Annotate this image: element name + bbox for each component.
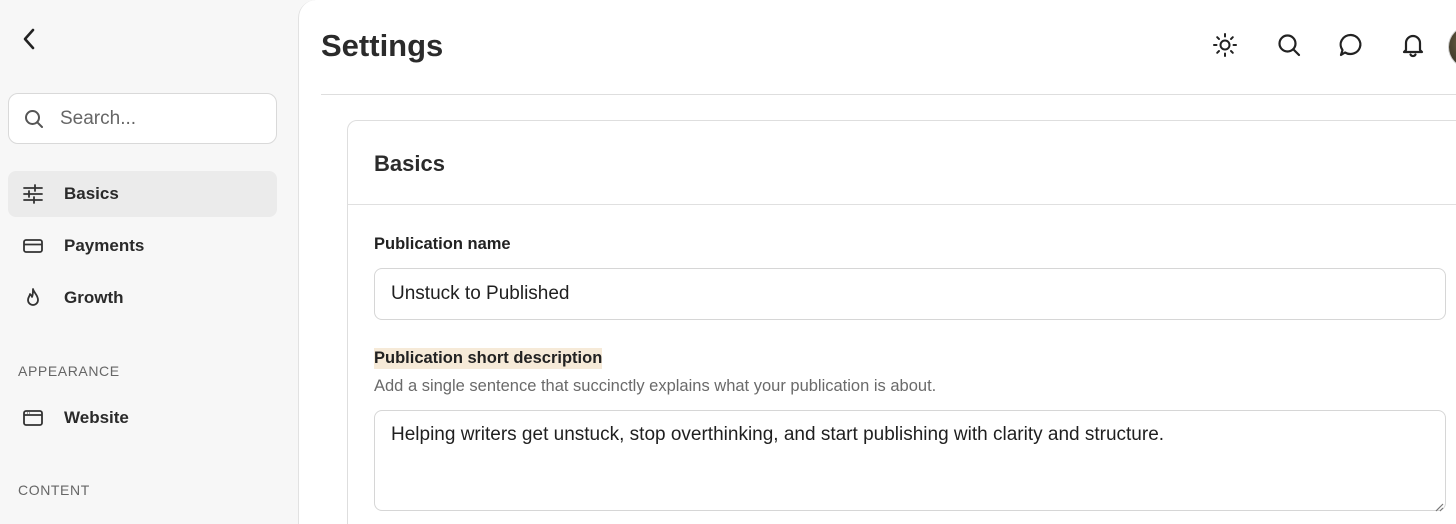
sidebar-search[interactable]: [8, 93, 277, 144]
search-button[interactable]: [1272, 30, 1306, 64]
sidebar-item-label: Growth: [64, 288, 124, 307]
page-title: Settings: [321, 28, 444, 63]
publication-description-label: Publication short description: [374, 348, 603, 369]
basics-card: Basics Publication name Publication shor…: [347, 120, 1456, 524]
avatar[interactable]: [1448, 26, 1456, 68]
sidebar-item-website[interactable]: Website: [8, 395, 277, 441]
chevron-left-icon: [21, 27, 37, 56]
publication-name-input[interactable]: [374, 268, 1446, 320]
publication-description-textarea[interactable]: Helping writers get unstuck, stop overth…: [374, 410, 1446, 511]
sun-icon: [1212, 32, 1238, 63]
header-divider: [321, 94, 1456, 95]
notifications-button[interactable]: [1396, 30, 1430, 64]
sidebar-item-label: Website: [64, 408, 129, 427]
theme-toggle-button[interactable]: [1208, 30, 1242, 64]
back-button[interactable]: [14, 26, 44, 56]
search-icon: [1276, 32, 1302, 63]
search-input[interactable]: [60, 107, 250, 130]
publication-description-help: Add a single sentence that succinctly ex…: [374, 377, 937, 395]
publication-name-label: Publication name: [374, 235, 511, 253]
section-label-content: CONTENT: [18, 482, 90, 498]
section-label-appearance: APPEARANCE: [18, 363, 120, 379]
messages-button[interactable]: [1334, 30, 1368, 64]
bell-icon: [1400, 32, 1426, 63]
sidebar-item-growth[interactable]: Growth: [8, 275, 277, 321]
sidebar-item-payments[interactable]: Payments: [8, 223, 277, 269]
flame-icon: [22, 287, 44, 309]
sidebar-item-basics[interactable]: Basics: [8, 171, 277, 217]
sidebar-item-label: Basics: [64, 184, 119, 203]
credit-card-icon: [22, 235, 44, 257]
browser-window-icon: [22, 407, 44, 429]
card-divider: [348, 204, 1456, 205]
sidebar: Basics Payments Growth APPEARANCE Websit…: [0, 0, 298, 524]
sidebar-item-label: Payments: [64, 236, 145, 255]
chat-bubble-icon: [1338, 32, 1364, 63]
card-title: Basics: [374, 151, 445, 176]
sliders-icon: [22, 183, 44, 205]
main-panel: Settings Basics Publication name Unstuck…: [298, 0, 1456, 524]
resize-grip-icon[interactable]: [1434, 499, 1444, 512]
search-icon: [24, 109, 44, 129]
